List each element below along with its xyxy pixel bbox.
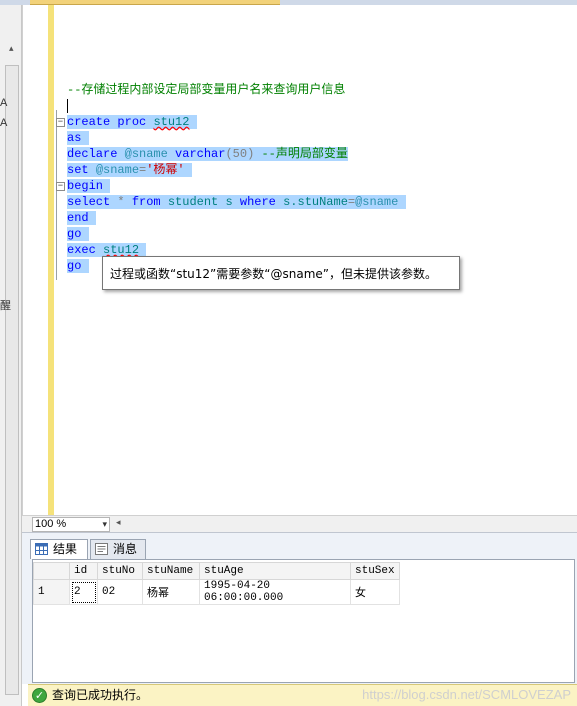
code-line: create proc stu12: [67, 114, 406, 130]
string-literal: '杨幂': [146, 163, 185, 177]
procedure-name: stu12: [153, 115, 190, 129]
keyword: go: [67, 259, 82, 273]
operator: *: [117, 195, 125, 209]
code-line: begin: [67, 178, 406, 194]
cell-id[interactable]: 2: [69, 579, 98, 605]
keyword: where: [239, 195, 276, 209]
zoom-select[interactable]: 100 % ▾: [32, 517, 110, 532]
sql-code[interactable]: --存储过程内部设定局部变量用户名来查询用户信息 create proc stu…: [67, 82, 406, 274]
variable: @sname: [124, 147, 168, 161]
variable: @sname: [355, 195, 399, 209]
column-header[interactable]: stuAge: [199, 562, 351, 580]
code-line: [67, 98, 406, 114]
code-line: select * from student s where s.stuName=…: [67, 194, 406, 210]
watermark: https://blog.csdn.net/SCMLOVEZAP: [362, 687, 571, 702]
keyword: as: [67, 131, 82, 145]
status-text: 查询已成功执行。: [52, 688, 149, 702]
keyword: begin: [67, 179, 104, 193]
keyword: create: [67, 115, 111, 129]
keyword: exec: [67, 243, 96, 257]
left-scrollbar[interactable]: [5, 65, 19, 695]
column-header[interactable]: stuSex: [350, 562, 400, 580]
sidebar-letter: 醒: [0, 300, 11, 312]
comment-text: --存储过程内部设定局部变量用户名来查询用户信息: [67, 83, 346, 97]
tab-messages-label: 消息: [113, 542, 138, 556]
row-number[interactable]: 1: [33, 579, 70, 605]
tab-results-label: 结果: [53, 542, 78, 556]
object-explorer-panel: ▴ A A 醒: [0, 5, 22, 706]
row-number-header: [33, 562, 70, 580]
keyword: go: [67, 227, 82, 241]
code-line: set @sname='杨幂': [67, 162, 406, 178]
cell-stuAge[interactable]: 1995-04-20 06:00:00.000: [199, 579, 351, 605]
results-grid[interactable]: id stuNo stuName stuAge stuSex 1 2 02 杨幂…: [32, 559, 575, 683]
procedure-name: stu12: [103, 243, 140, 257]
message-icon: [95, 543, 108, 555]
keyword: proc: [117, 115, 147, 129]
keyword: set: [67, 163, 89, 177]
chevron-down-icon[interactable]: ▾: [102, 518, 107, 531]
table-alias: s: [225, 195, 233, 209]
type-length: (50): [225, 147, 255, 161]
tab-messages[interactable]: 消息: [90, 539, 146, 559]
success-check-icon: ✓: [32, 688, 47, 703]
cell-stuNo[interactable]: 02: [97, 579, 143, 605]
keyword: end: [67, 211, 89, 225]
code-line: declare @sname varchar(50) --声明局部变量: [67, 146, 406, 162]
comment-text: --声明局部变量: [261, 147, 348, 161]
cell-stuSex[interactable]: 女: [350, 579, 400, 605]
outline-guide: [56, 110, 57, 280]
keyword: declare: [67, 147, 118, 161]
code-line: as: [67, 130, 406, 146]
keyword: from: [131, 195, 161, 209]
status-bar: ✓ 查询已成功执行。 https://blog.csdn.net/SCMLOVE…: [28, 684, 577, 706]
table-row[interactable]: 1 2 02 杨幂 1995-04-20 06:00:00.000 女: [33, 579, 400, 605]
text-caret: [67, 98, 68, 113]
column-header[interactable]: stuNo: [97, 562, 143, 580]
sidebar-letter: A: [0, 117, 8, 129]
change-tracking-bar: [48, 5, 54, 515]
grid-icon: [35, 543, 48, 555]
zoom-value: 100 %: [35, 518, 67, 530]
scroll-left-icon[interactable]: ◂: [116, 517, 121, 528]
collapse-toggle-icon[interactable]: −: [56, 182, 65, 191]
column-name: s.stuName: [283, 195, 348, 209]
collapse-toggle-icon[interactable]: −: [56, 118, 65, 127]
column-header[interactable]: stuName: [142, 562, 200, 580]
code-line: end: [67, 210, 406, 226]
code-line: go: [67, 226, 406, 242]
chevron-up-icon[interactable]: ▴: [9, 43, 14, 54]
table-name: student: [167, 195, 219, 209]
cell-stuName[interactable]: 杨幂: [142, 579, 200, 605]
results-pane: 结果 消息 id stuNo stuName stuAge stuSex 1 2…: [22, 532, 577, 684]
keyword: varchar: [175, 147, 226, 161]
error-tooltip: 过程或函数“stu12”需要参数“@sname”，但未提供该参数。: [102, 256, 460, 290]
code-line: --存储过程内部设定局部变量用户名来查询用户信息: [67, 82, 406, 98]
sidebar-letter: A: [0, 97, 8, 109]
keyword: select: [67, 195, 111, 209]
header-row: id stuNo stuName stuAge stuSex: [33, 562, 400, 580]
variable: @sname: [95, 163, 140, 177]
zoom-bar: 100 % ▾ ◂: [22, 515, 577, 532]
tab-results[interactable]: 结果: [30, 539, 88, 559]
column-header[interactable]: id: [69, 562, 98, 580]
results-table: id stuNo stuName stuAge stuSex 1 2 02 杨幂…: [33, 562, 400, 605]
